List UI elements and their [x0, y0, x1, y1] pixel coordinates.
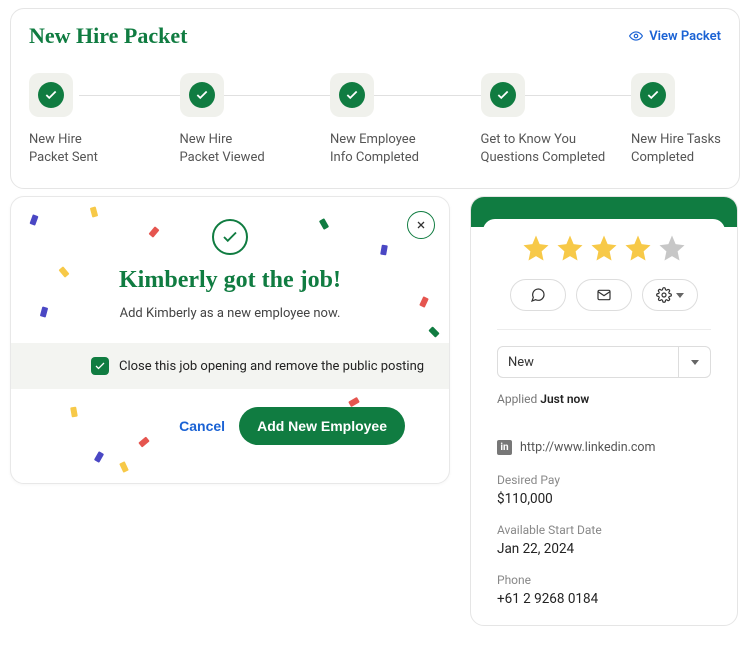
star-icon[interactable] — [623, 233, 653, 263]
phone-value: +61 2 9268 0184 — [497, 591, 711, 607]
phone-label: Phone — [497, 573, 711, 587]
close-opening-label: Close this job opening and remove the pu… — [119, 359, 424, 374]
packet-step: New EmployeeInfo Completed — [330, 73, 462, 166]
step-label: New HirePacket Sent — [29, 131, 98, 166]
step-icon-complete — [481, 73, 525, 117]
start-date-label: Available Start Date — [497, 523, 711, 537]
close-opening-row[interactable]: Close this job opening and remove the pu… — [11, 343, 449, 389]
packet-steps: New HirePacket Sent New HirePacket Viewe… — [29, 73, 721, 166]
message-button[interactable] — [510, 279, 566, 311]
linkedin-icon: in — [497, 440, 512, 455]
star-icon[interactable] — [521, 233, 551, 263]
email-button[interactable] — [576, 279, 632, 311]
star-icon[interactable] — [555, 233, 585, 263]
applied-text: Applied Just now — [497, 392, 711, 406]
packet-step: New HirePacket Viewed — [180, 73, 312, 166]
close-button[interactable] — [407, 211, 435, 239]
view-packet-link[interactable]: View Packet — [629, 29, 721, 44]
cancel-button[interactable]: Cancel — [179, 418, 225, 434]
add-employee-button[interactable]: Add New Employee — [239, 407, 405, 445]
divider — [497, 329, 711, 330]
rating-stars[interactable] — [497, 233, 711, 263]
close-opening-checkbox[interactable] — [91, 357, 109, 375]
packet-step: New HirePacket Sent — [29, 73, 161, 166]
chevron-down-icon — [691, 360, 699, 365]
gear-icon — [656, 287, 672, 303]
desired-pay-value: $110,000 — [497, 491, 711, 507]
check-icon — [189, 82, 215, 108]
packet-card: New Hire Packet View Packet New HirePack… — [10, 8, 740, 189]
linkedin-link[interactable]: in http://www.linkedin.com — [497, 440, 711, 455]
step-icon-complete — [330, 73, 374, 117]
star-icon[interactable] — [589, 233, 619, 263]
chevron-down-icon — [676, 293, 684, 298]
step-icon-complete — [29, 73, 73, 117]
step-label: New Hire TasksCompleted — [631, 131, 721, 166]
step-label: Get to Know YouQuestions Completed — [481, 131, 606, 166]
star-icon[interactable] — [657, 233, 687, 263]
hired-modal: Kimberly got the job! Add Kimberly as a … — [10, 196, 450, 484]
settings-button[interactable] — [642, 279, 698, 311]
chat-icon — [530, 287, 546, 303]
packet-step: New Hire TasksCompleted — [631, 73, 721, 166]
view-packet-label: View Packet — [649, 29, 721, 44]
close-icon — [415, 219, 427, 231]
success-check-icon — [212, 219, 248, 255]
step-icon-complete — [631, 73, 675, 117]
modal-subtitle: Add Kimberly as a new employee now. — [35, 306, 425, 321]
check-icon — [490, 82, 516, 108]
packet-title: New Hire Packet — [29, 23, 187, 49]
step-label: New HirePacket Viewed — [180, 131, 265, 166]
check-icon — [640, 82, 666, 108]
modal-title: Kimberly got the job! — [35, 267, 425, 294]
eye-icon — [629, 29, 643, 43]
candidate-card: New Applied Just now in http://www.linke… — [470, 196, 738, 626]
status-select[interactable]: New — [497, 346, 711, 378]
step-label: New EmployeeInfo Completed — [330, 131, 419, 166]
desired-pay-label: Desired Pay — [497, 473, 711, 487]
status-select-value: New — [508, 355, 534, 370]
packet-step: Get to Know YouQuestions Completed — [481, 73, 613, 166]
start-date-value: Jan 22, 2024 — [497, 541, 711, 557]
check-icon — [38, 82, 64, 108]
step-icon-complete — [180, 73, 224, 117]
check-icon — [339, 82, 365, 108]
mail-icon — [596, 287, 612, 303]
